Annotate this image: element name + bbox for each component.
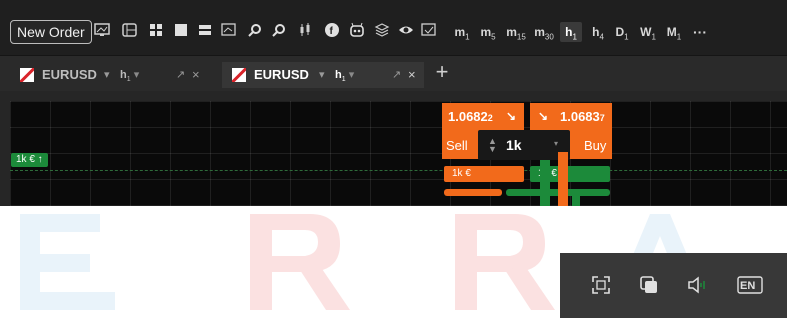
more-icon[interactable]: ··· xyxy=(689,22,711,42)
new-order-button[interactable]: New Order xyxy=(10,20,92,44)
main-toolbar: New Order f m1 m5 m15 m30 h1 h4 D1 W1 M1… xyxy=(0,0,787,55)
grid-four-icon[interactable] xyxy=(147,22,165,42)
timeframe-m15[interactable]: m15 xyxy=(504,22,528,42)
language-indicator[interactable]: EN xyxy=(736,275,764,297)
chart-grid[interactable] xyxy=(10,101,787,206)
candle-bar-green xyxy=(540,160,550,206)
window-switch-icon[interactable] xyxy=(638,275,660,297)
tab-symbol: EURUSD xyxy=(42,67,97,82)
position-line xyxy=(10,170,787,171)
single-chart-icon[interactable] xyxy=(172,22,190,42)
timeframe-m5[interactable]: m5 xyxy=(478,22,498,42)
eu-us-flag-icon xyxy=(20,68,34,82)
add-tab-button[interactable]: + xyxy=(432,60,452,86)
sell-label: Sell xyxy=(446,138,468,153)
quantity-stepper-arrows-icon[interactable]: ▲ ▼ xyxy=(488,137,497,154)
layers-icon[interactable] xyxy=(372,22,392,42)
quantity-dropdown-icon[interactable]: ▾ xyxy=(554,139,558,148)
sell-price: 1.06822 xyxy=(448,109,493,124)
tab-eurusd-2[interactable]: EURUSD ▾ h1 ▾ ↗ × xyxy=(222,62,424,88)
sell-direction-icon: ↘ xyxy=(506,109,517,123)
buy-label: Buy xyxy=(584,138,607,153)
symbol-dropdown-icon[interactable]: ▾ xyxy=(319,62,325,88)
robot-icon[interactable] xyxy=(347,22,367,42)
eu-us-flag-icon xyxy=(232,68,246,82)
popout-icon[interactable]: ↗ xyxy=(392,62,401,88)
chart-check-icon[interactable] xyxy=(419,22,441,42)
timeframe-m1[interactable]: m1 xyxy=(452,22,472,42)
layout-icon[interactable] xyxy=(120,22,140,42)
candle-bar-green-small xyxy=(572,196,580,206)
sell-order-tag[interactable]: 1k € xyxy=(444,166,524,182)
timeframe-w1[interactable]: W1 xyxy=(637,22,659,42)
buy-direction-icon: ↘ xyxy=(538,109,549,123)
sell-volume-bar xyxy=(444,189,502,196)
candle-bar-orange xyxy=(558,152,568,206)
tab-eurusd-1[interactable]: EURUSD ▾ h1 ▾ ↗ × xyxy=(10,62,210,88)
timeframe-m30[interactable]: m30 xyxy=(532,22,556,42)
timeframe-h1[interactable]: h1 xyxy=(560,22,582,42)
system-tray: EN xyxy=(560,253,787,318)
chart-snapshot-icon[interactable] xyxy=(93,22,113,42)
chart-area[interactable]: 1k € ↑ xyxy=(0,91,787,206)
tab-timeframe[interactable]: h1 ▾ xyxy=(335,62,354,93)
position-label[interactable]: 1k € ↑ xyxy=(11,153,48,167)
indicator-f-icon[interactable]: f xyxy=(322,22,342,42)
buy-price: 1.06837 xyxy=(560,109,605,124)
popout-icon[interactable]: ↗ xyxy=(176,62,185,88)
chart-tabs-bar: EURUSD ▾ h1 ▾ ↗ × EURUSD ▾ h1 ▾ ↗ × xyxy=(0,55,787,91)
language-label: EN xyxy=(740,280,756,292)
split-horizontal-icon[interactable] xyxy=(196,22,214,42)
zoom-out-icon[interactable] xyxy=(270,22,288,42)
quantity-value[interactable]: 1k xyxy=(506,137,522,153)
timeframe-d1[interactable]: D1 xyxy=(612,22,632,42)
chart-settings-icon[interactable] xyxy=(219,22,241,42)
tab-symbol: EURUSD xyxy=(254,67,309,82)
quantity-stepper[interactable]: ▲ ▼ 1k ▾ xyxy=(478,130,570,160)
eye-icon[interactable] xyxy=(396,22,416,42)
zoom-in-icon[interactable] xyxy=(246,22,264,42)
symbol-dropdown-icon[interactable]: ▾ xyxy=(104,62,110,88)
volume-icon[interactable] xyxy=(686,275,708,297)
timeframe-h4[interactable]: h4 xyxy=(588,22,608,42)
candlestick-icon[interactable] xyxy=(296,22,318,42)
fullscreen-icon[interactable] xyxy=(590,275,612,297)
timeframe-mn1[interactable]: M1 xyxy=(663,22,685,42)
tab-close-button[interactable]: × xyxy=(192,62,200,88)
tab-timeframe[interactable]: h1 ▾ xyxy=(120,62,139,93)
tab-close-button[interactable]: × xyxy=(408,62,416,88)
